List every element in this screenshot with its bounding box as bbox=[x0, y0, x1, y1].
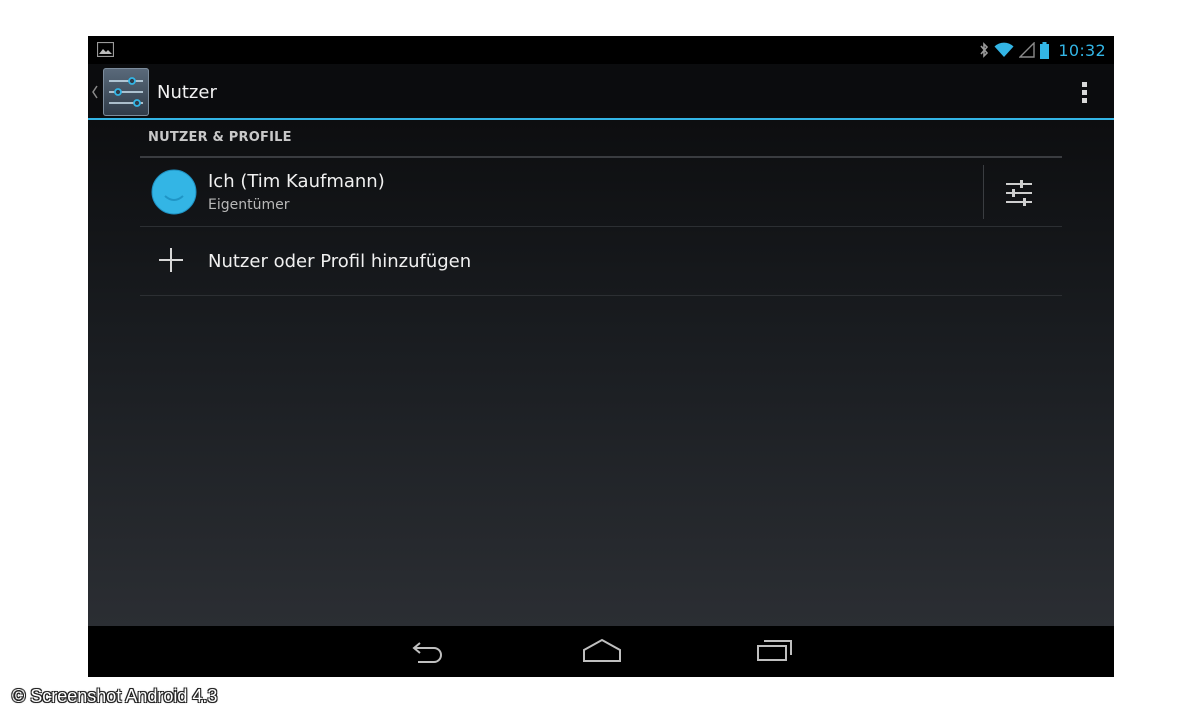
home-button[interactable] bbox=[555, 626, 645, 677]
back-button[interactable] bbox=[383, 626, 473, 677]
user-settings-list: NUTZER & PROFILE Ich (Tim Kaufmann) Eige… bbox=[88, 120, 1114, 626]
page-title: Nutzer bbox=[157, 82, 217, 103]
cell-signal-icon bbox=[1019, 42, 1036, 58]
user-role: Eigentümer bbox=[208, 197, 290, 213]
caret-left-icon bbox=[91, 84, 99, 104]
section-header-label: NUTZER & PROFILE bbox=[148, 130, 292, 145]
wifi-icon bbox=[994, 42, 1014, 58]
status-clock: 10:32 bbox=[1058, 40, 1106, 60]
tablet-screen: 10:32 Nutzer NUTZER & PROFILE Ich (Tim K… bbox=[88, 36, 1114, 677]
avatar bbox=[151, 169, 197, 215]
screenshot-caption: © Screenshot Android 4.3 bbox=[12, 686, 218, 706]
overflow-menu-icon[interactable] bbox=[1080, 80, 1090, 106]
home-icon bbox=[583, 638, 621, 662]
battery-icon bbox=[1040, 41, 1050, 59]
user-settings-button[interactable] bbox=[984, 158, 1062, 226]
recent-apps-button[interactable] bbox=[729, 626, 819, 677]
image-notification-icon bbox=[96, 41, 115, 58]
add-user-label: Nutzer oder Profil hinzufügen bbox=[208, 251, 472, 272]
user-name: Ich (Tim Kaufmann) bbox=[208, 171, 385, 192]
status-bar: 10:32 bbox=[88, 36, 1114, 64]
bluetooth-icon bbox=[979, 42, 989, 58]
action-bar: Nutzer bbox=[88, 64, 1114, 120]
user-row-owner[interactable]: Ich (Tim Kaufmann) Eigentümer bbox=[140, 158, 1062, 227]
navigation-bar bbox=[88, 626, 1114, 677]
plus-icon bbox=[158, 247, 184, 277]
sliders-icon bbox=[1006, 180, 1032, 206]
settings-sliders-icon bbox=[103, 68, 149, 116]
add-user-button[interactable]: Nutzer oder Profil hinzufügen bbox=[140, 227, 1062, 296]
section-header: NUTZER & PROFILE bbox=[140, 120, 1062, 158]
up-navigation-button[interactable] bbox=[88, 64, 158, 120]
back-icon bbox=[412, 642, 442, 663]
recent-apps-icon bbox=[757, 640, 792, 661]
